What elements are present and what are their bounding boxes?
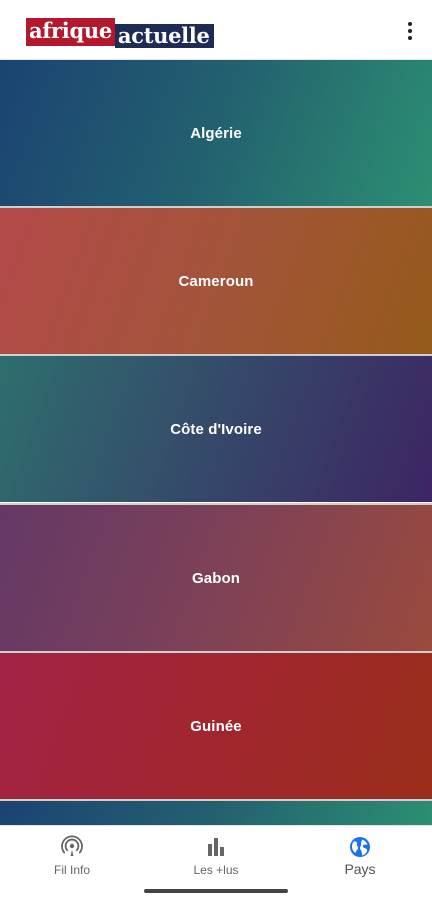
country-label: Gabon — [192, 569, 240, 587]
globe-icon — [350, 837, 370, 857]
country-tile-cameroun[interactable]: Cameroun — [0, 208, 432, 354]
home-gesture-bar[interactable] — [144, 889, 288, 893]
podcast-icon — [61, 835, 83, 856]
country-label: Cameroun — [178, 272, 254, 290]
bar-chart-icon — [208, 838, 224, 856]
nav-label-fil-info: Fil Info — [53, 863, 90, 877]
menu-dot — [408, 36, 412, 40]
menu-dot — [408, 29, 412, 33]
country-tile-next-partial[interactable] — [0, 801, 432, 825]
nav-label-pays: Pays — [344, 861, 376, 877]
more-vertical-icon[interactable] — [398, 18, 422, 44]
nav-label-les-plus-lus: Les +lus — [193, 863, 239, 877]
country-tile-cote-divoire[interactable]: Côte d'Ivoire — [0, 356, 432, 502]
nav-pays[interactable]: Pays — [288, 826, 432, 881]
nav-fil-info[interactable]: Fil Info — [0, 826, 144, 881]
logo-text-afrique: afrique — [26, 18, 115, 46]
menu-dot — [408, 22, 412, 26]
country-tile-guinee[interactable]: Guinée — [0, 653, 432, 799]
bottom-navigation: Fil Info Les +lus Pays — [0, 825, 432, 881]
country-tile-algerie[interactable]: Algérie — [0, 60, 432, 206]
app-header: afrique actuelle — [0, 0, 432, 60]
country-list[interactable]: Algérie Cameroun Côte d'Ivoire Gabon Gui… — [0, 60, 432, 825]
system-gesture-area — [0, 881, 432, 900]
country-label: Guinée — [190, 717, 242, 735]
country-label: Côte d'Ivoire — [170, 420, 262, 438]
nav-les-plus-lus[interactable]: Les +lus — [144, 826, 288, 881]
country-tile-gabon[interactable]: Gabon — [0, 505, 432, 651]
country-label: Algérie — [190, 124, 242, 142]
logo-text-actuelle: actuelle — [114, 24, 214, 48]
app-logo[interactable]: afrique actuelle — [26, 16, 214, 48]
